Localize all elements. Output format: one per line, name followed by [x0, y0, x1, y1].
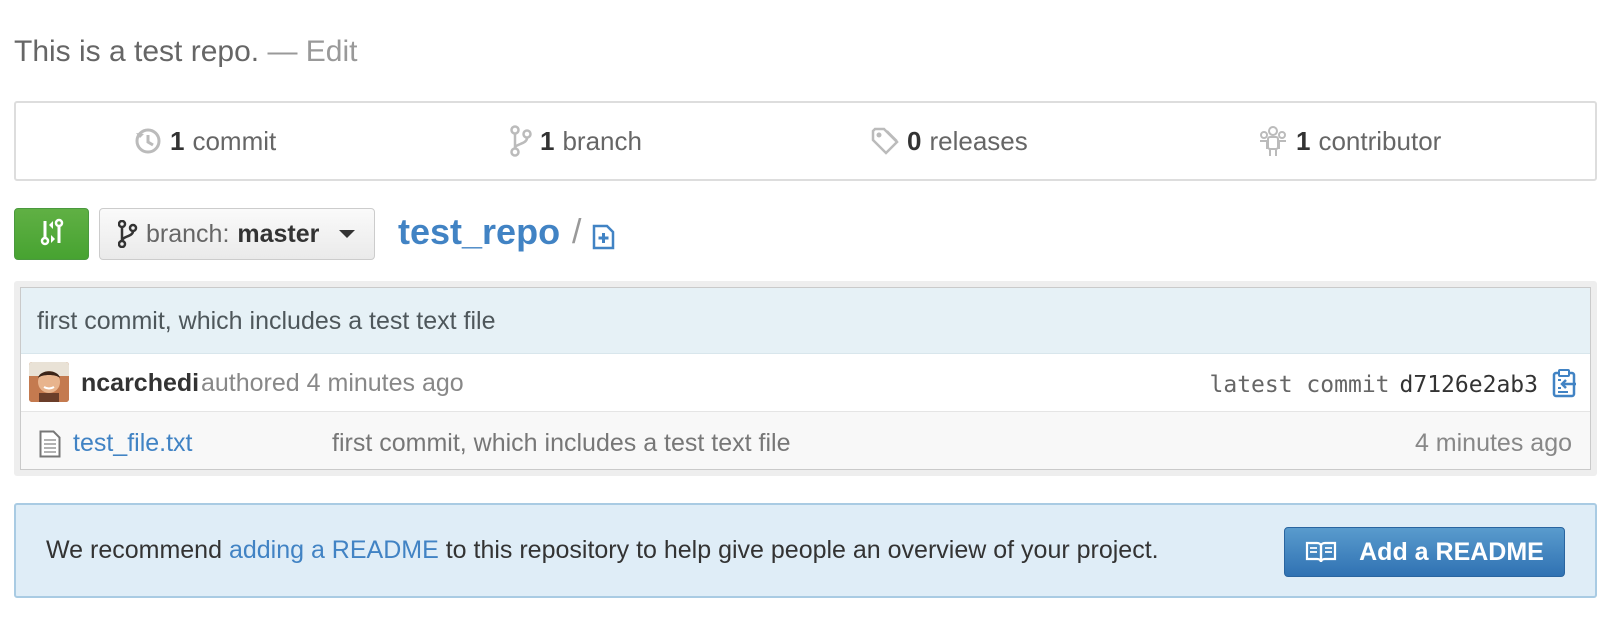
commits-count: 1 [170, 125, 185, 156]
branch-name: master [237, 219, 320, 248]
readme-text-before: We recommend [46, 536, 229, 564]
branch-selector-icon [118, 220, 138, 248]
repo-description-text: This is a test repo. [14, 35, 260, 68]
readme-prompt-text: We recommend adding a README to this rep… [46, 505, 1159, 596]
branches-count: 1 [540, 125, 555, 156]
branch-prefix: branch: [146, 219, 230, 248]
commits-stat[interactable]: 1 commit [134, 103, 276, 179]
latest-commit-label: latest commit d7126e2ab3 [1210, 354, 1539, 416]
commit-sha-link[interactable]: d7126e2ab3 [1400, 372, 1538, 398]
branch-selector[interactable]: branch: master [99, 208, 375, 260]
commit-authored-time: authored 4 minutes ago [201, 369, 464, 397]
latest-commit-meta: ncarchedi authored 4 minutes ago latest … [21, 354, 1590, 412]
latest-commit-text: latest commit [1209, 372, 1390, 398]
file-commit-age: 4 minutes ago [1414, 429, 1572, 457]
commits-label: commit [192, 125, 277, 156]
clipboard-icon[interactable] [1552, 368, 1578, 403]
adding-readme-link[interactable]: adding a README [229, 536, 439, 564]
latest-commit-message[interactable]: first commit, which includes a test text… [21, 288, 1590, 354]
history-icon [134, 127, 162, 155]
file-listing-container: first commit, which includes a test text… [14, 281, 1597, 476]
branches-stat[interactable]: 1 branch [510, 103, 642, 179]
repo-summary-bar: 1 commit 1 branch 0 releases 1 contribut… [14, 101, 1597, 181]
contributors-stat[interactable]: 1 contributor [1258, 103, 1441, 179]
file-listing: first commit, which includes a test text… [20, 287, 1591, 470]
file-row: test_file.txt first commit, which includ… [21, 412, 1590, 469]
branches-label: branch [562, 125, 642, 156]
repo-name-link[interactable]: test_repo [398, 206, 560, 258]
edit-description-link[interactable]: — Edit [267, 35, 357, 68]
compare-button[interactable] [14, 208, 89, 260]
contributors-count: 1 [1296, 125, 1311, 156]
chevron-down-icon [339, 230, 356, 238]
readme-text-after: to this repository to help give people a… [438, 536, 1159, 564]
compare-icon [37, 217, 67, 252]
organization-icon [1258, 125, 1288, 157]
file-name-link[interactable]: test_file.txt [73, 412, 193, 474]
path-separator: / [572, 213, 582, 251]
commit-author-link[interactable]: ncarchedi [81, 354, 199, 412]
branch-icon [510, 125, 532, 157]
add-readme-label: Add a README [1359, 537, 1544, 566]
file-commit-message-link[interactable]: first commit, which includes a test text… [332, 412, 790, 474]
repo-description: This is a test repo. — Edit [14, 30, 357, 74]
releases-count: 0 [907, 125, 922, 156]
book-icon [1305, 540, 1337, 564]
readme-prompt: We recommend adding a README to this rep… [14, 503, 1597, 598]
releases-stat[interactable]: 0 releases [871, 103, 1028, 179]
add-readme-button[interactable]: Add a README [1284, 527, 1565, 577]
tag-icon [871, 127, 899, 155]
contributors-label: contributor [1318, 125, 1442, 156]
releases-label: releases [929, 125, 1028, 156]
file-text-icon [39, 430, 61, 463]
new-file-icon[interactable] [592, 224, 616, 255]
avatar[interactable] [29, 362, 69, 402]
